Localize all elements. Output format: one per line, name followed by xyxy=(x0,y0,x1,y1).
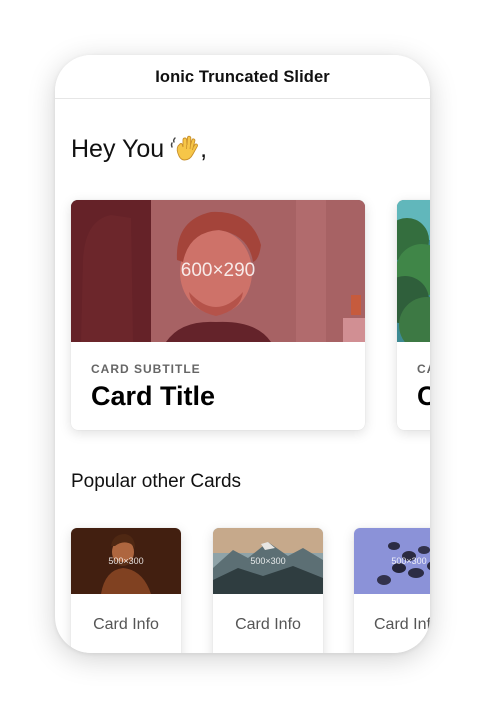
card-title: Card Title xyxy=(91,381,216,411)
card-image: 500×300 xyxy=(354,528,430,594)
phone-frame: Ionic Truncated Slider Hey You , 600×290… xyxy=(55,55,430,653)
featured-card[interactable]: CA C xyxy=(397,200,430,430)
card-title: C xyxy=(417,381,430,411)
image-size-label: 500×300 xyxy=(391,556,427,566)
card-info: Card Inf xyxy=(374,616,430,633)
image-size-label: 600×290 xyxy=(180,260,256,281)
image-size-label: 500×300 xyxy=(250,556,286,566)
toolbar: Ionic Truncated Slider xyxy=(55,55,430,99)
featured-card[interactable]: 600×290 CARD SUBTITLE Card Title xyxy=(71,200,365,430)
card-info: Card Info xyxy=(235,616,301,633)
waving-hand-icon xyxy=(170,134,200,162)
popular-slider[interactable]: 500×300 Card Info 500×300 Card Info 500×… xyxy=(71,528,430,653)
card-info: Card Info xyxy=(93,616,159,633)
featured-slider[interactable]: 600×290 CARD SUBTITLE Card Title C C xyxy=(71,200,430,432)
card-image: 500×300 xyxy=(71,528,181,594)
card-subtitle: CARD SUBTITLE xyxy=(91,362,201,376)
popular-card[interactable]: 500×300 Card Inf xyxy=(354,528,430,653)
greeting-heading: Hey You , xyxy=(71,135,207,164)
greeting-comma: , xyxy=(200,135,208,163)
card-image xyxy=(397,200,430,342)
toolbar-title: Ionic Truncated Slider xyxy=(155,68,330,86)
section-title: Popular other Cards xyxy=(71,471,242,492)
card-image: 600×290 xyxy=(71,200,365,342)
popular-card[interactable]: 500×300 Card Info xyxy=(213,528,323,653)
image-size-label: 500×300 xyxy=(108,556,144,566)
greeting-text: Hey You xyxy=(71,135,165,163)
popular-card[interactable]: 500×300 Card Info xyxy=(71,528,181,653)
card-subtitle: CA xyxy=(417,362,430,376)
card-image: 500×300 xyxy=(213,528,323,594)
